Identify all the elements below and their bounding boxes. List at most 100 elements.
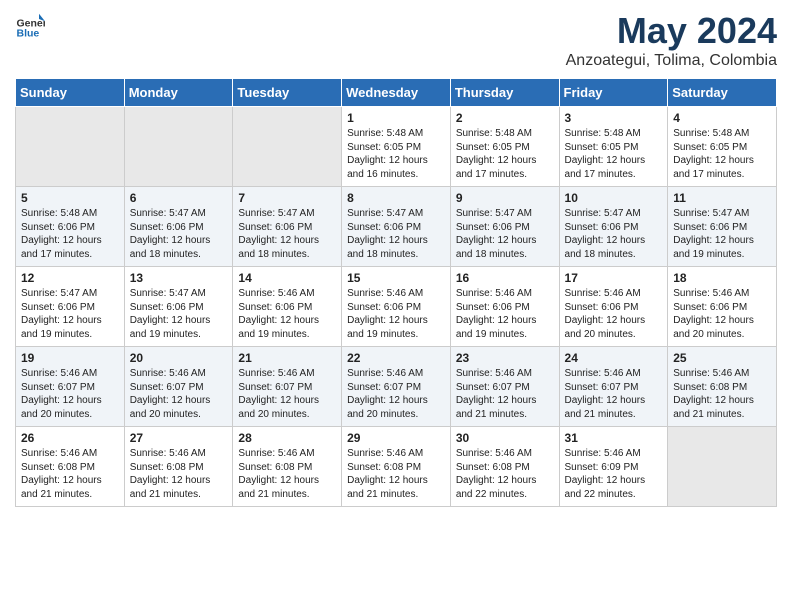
svg-text:Blue: Blue (17, 27, 40, 39)
day-number: 25 (673, 351, 771, 365)
day-number: 21 (238, 351, 336, 365)
day-number: 12 (21, 271, 119, 285)
calendar-cell: 10Sunrise: 5:47 AM Sunset: 6:06 PM Dayli… (559, 187, 668, 267)
day-number: 10 (565, 191, 663, 205)
day-number: 2 (456, 111, 554, 125)
cell-content: Sunrise: 5:46 AM Sunset: 6:07 PM Dayligh… (456, 367, 554, 421)
day-number: 15 (347, 271, 445, 285)
calendar-cell: 23 Sunrise: 5:46 AM Sunset: 6:07 PM Dayli… (450, 347, 559, 427)
cell-content: Sunrise: 5:46 AM Sunset: 6:07 PM Dayligh… (347, 367, 445, 421)
cell-content: Sunrise: 5:46 AM Sunset: 6:06 PM Dayligh… (673, 287, 771, 341)
cell-content: Sunrise: 5:46 AM Sunset: 6:07 PM Dayligh… (565, 367, 663, 421)
calendar-cell: 17 Sunrise: 5:46 AM Sunset: 6:06 PM Dayli… (559, 267, 668, 347)
calendar-cell: 5 Sunrise: 5:48 AM Sunset: 6:06 PM Daylig… (16, 187, 125, 267)
calendar-cell: 2 Sunrise: 5:48 AM Sunset: 6:05 PM Daylig… (450, 107, 559, 187)
cell-content: Sunrise: 5:46 AM Sunset: 6:08 PM Dayligh… (673, 367, 771, 421)
day-number: 11 (673, 191, 771, 205)
calendar-cell: 24 Sunrise: 5:46 AM Sunset: 6:07 PM Dayli… (559, 347, 668, 427)
day-number: 8 (347, 191, 445, 205)
cell-content: Sunrise: 5:46 AM Sunset: 6:07 PM Dayligh… (238, 367, 336, 421)
week-row-2: 5 Sunrise: 5:48 AM Sunset: 6:06 PM Daylig… (16, 187, 777, 267)
column-header-wednesday: Wednesday (342, 79, 451, 107)
day-number: 9 (456, 191, 554, 205)
calendar-cell (668, 427, 777, 507)
cell-content: Sunrise: 5:46 AM Sunset: 6:06 PM Dayligh… (238, 287, 336, 341)
cell-content: Sunrise: 5:48 AM Sunset: 6:06 PM Dayligh… (21, 207, 119, 261)
week-row-1: 1Sunrise: 5:48 AM Sunset: 6:05 PM Daylig… (16, 107, 777, 187)
column-header-monday: Monday (124, 79, 233, 107)
calendar-cell: 22 Sunrise: 5:46 AM Sunset: 6:07 PM Dayli… (342, 347, 451, 427)
calendar-cell (16, 107, 125, 187)
calendar-cell: 30Sunrise: 5:46 AM Sunset: 6:08 PM Dayli… (450, 427, 559, 507)
week-row-4: 19Sunrise: 5:46 AM Sunset: 6:07 PM Dayli… (16, 347, 777, 427)
cell-content: Sunrise: 5:48 AM Sunset: 6:05 PM Dayligh… (456, 127, 554, 181)
cell-content: Sunrise: 5:48 AM Sunset: 6:05 PM Dayligh… (347, 127, 445, 181)
cell-content: Sunrise: 5:47 AM Sunset: 6:06 PM Dayligh… (673, 207, 771, 261)
calendar-cell: 6Sunrise: 5:47 AM Sunset: 6:06 PM Daylig… (124, 187, 233, 267)
day-number: 5 (21, 191, 119, 205)
cell-content: Sunrise: 5:48 AM Sunset: 6:05 PM Dayligh… (673, 127, 771, 181)
day-number: 3 (565, 111, 663, 125)
calendar-cell: 1Sunrise: 5:48 AM Sunset: 6:05 PM Daylig… (342, 107, 451, 187)
calendar-cell: 12 Sunrise: 5:47 AM Sunset: 6:06 PM Dayli… (16, 267, 125, 347)
calendar-table: SundayMondayTuesdayWednesdayThursdayFrid… (15, 78, 777, 507)
header: General Blue May 2024 Anzoategui, Tolima… (15, 10, 777, 70)
cell-content: Sunrise: 5:46 AM Sunset: 6:06 PM Dayligh… (347, 287, 445, 341)
cell-content: Sunrise: 5:46 AM Sunset: 6:06 PM Dayligh… (565, 287, 663, 341)
calendar-cell: 16 Sunrise: 5:46 AM Sunset: 6:06 PM Dayli… (450, 267, 559, 347)
day-number: 26 (21, 431, 119, 445)
cell-content: Sunrise: 5:47 AM Sunset: 6:06 PM Dayligh… (21, 287, 119, 341)
cell-content: Sunrise: 5:46 AM Sunset: 6:06 PM Dayligh… (456, 287, 554, 341)
day-number: 20 (130, 351, 228, 365)
calendar-cell: 31 Sunrise: 5:46 AM Sunset: 6:09 PM Dayli… (559, 427, 668, 507)
calendar-cell: 26 Sunrise: 5:46 AM Sunset: 6:08 PM Dayli… (16, 427, 125, 507)
cell-content: Sunrise: 5:47 AM Sunset: 6:06 PM Dayligh… (456, 207, 554, 261)
day-number: 27 (130, 431, 228, 445)
day-number: 6 (130, 191, 228, 205)
calendar-cell: 27 Sunrise: 5:46 AM Sunset: 6:08 PM Dayli… (124, 427, 233, 507)
day-number: 28 (238, 431, 336, 445)
day-number: 22 (347, 351, 445, 365)
column-header-friday: Friday (559, 79, 668, 107)
column-header-saturday: Saturday (668, 79, 777, 107)
calendar-cell: 28 Sunrise: 5:46 AM Sunset: 6:08 PM Dayli… (233, 427, 342, 507)
calendar-cell: 8 Sunrise: 5:47 AM Sunset: 6:06 PM Daylig… (342, 187, 451, 267)
column-header-thursday: Thursday (450, 79, 559, 107)
week-row-3: 12 Sunrise: 5:47 AM Sunset: 6:06 PM Dayli… (16, 267, 777, 347)
day-number: 23 (456, 351, 554, 365)
day-number: 4 (673, 111, 771, 125)
cell-content: Sunrise: 5:46 AM Sunset: 6:08 PM Dayligh… (130, 447, 228, 501)
cell-content: Sunrise: 5:46 AM Sunset: 6:08 PM Dayligh… (21, 447, 119, 501)
calendar-cell: 19Sunrise: 5:46 AM Sunset: 6:07 PM Dayli… (16, 347, 125, 427)
cell-content: Sunrise: 5:46 AM Sunset: 6:07 PM Dayligh… (21, 367, 119, 421)
calendar-cell (233, 107, 342, 187)
day-number: 24 (565, 351, 663, 365)
main-title: May 2024 (566, 10, 777, 52)
day-number: 18 (673, 271, 771, 285)
calendar-cell: 18 Sunrise: 5:46 AM Sunset: 6:06 PM Dayli… (668, 267, 777, 347)
calendar-cell: 9 Sunrise: 5:47 AM Sunset: 6:06 PM Daylig… (450, 187, 559, 267)
day-number: 29 (347, 431, 445, 445)
calendar-cell: 25 Sunrise: 5:46 AM Sunset: 6:08 PM Dayli… (668, 347, 777, 427)
calendar-cell: 15 Sunrise: 5:46 AM Sunset: 6:06 PM Dayli… (342, 267, 451, 347)
calendar-cell: 4 Sunrise: 5:48 AM Sunset: 6:05 PM Daylig… (668, 107, 777, 187)
cell-content: Sunrise: 5:46 AM Sunset: 6:08 PM Dayligh… (456, 447, 554, 501)
cell-content: Sunrise: 5:46 AM Sunset: 6:09 PM Dayligh… (565, 447, 663, 501)
cell-content: Sunrise: 5:46 AM Sunset: 6:08 PM Dayligh… (347, 447, 445, 501)
cell-content: Sunrise: 5:47 AM Sunset: 6:06 PM Dayligh… (238, 207, 336, 261)
title-area: May 2024 Anzoategui, Tolima, Colombia (566, 10, 777, 70)
column-header-sunday: Sunday (16, 79, 125, 107)
cell-content: Sunrise: 5:47 AM Sunset: 6:06 PM Dayligh… (347, 207, 445, 261)
cell-content: Sunrise: 5:46 AM Sunset: 6:08 PM Dayligh… (238, 447, 336, 501)
day-number: 14 (238, 271, 336, 285)
calendar-cell: 29 Sunrise: 5:46 AM Sunset: 6:08 PM Dayli… (342, 427, 451, 507)
subtitle: Anzoategui, Tolima, Colombia (566, 52, 777, 70)
day-number: 17 (565, 271, 663, 285)
logo-icon: General Blue (15, 10, 45, 40)
header-row: SundayMondayTuesdayWednesdayThursdayFrid… (16, 79, 777, 107)
calendar-cell: 13Sunrise: 5:47 AM Sunset: 6:06 PM Dayli… (124, 267, 233, 347)
calendar-cell: 21 Sunrise: 5:46 AM Sunset: 6:07 PM Dayli… (233, 347, 342, 427)
calendar-cell: 7Sunrise: 5:47 AM Sunset: 6:06 PM Daylig… (233, 187, 342, 267)
day-number: 16 (456, 271, 554, 285)
day-number: 31 (565, 431, 663, 445)
